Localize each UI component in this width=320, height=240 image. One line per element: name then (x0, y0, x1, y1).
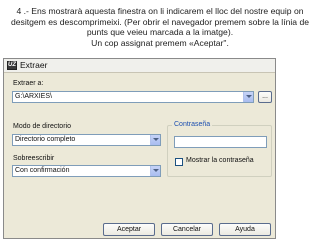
chevron-down-icon[interactable] (150, 166, 160, 176)
directory-mode-value: Directorio completo (15, 136, 76, 143)
caption-line-1: 4 .- Ens mostrarà aquesta finestra on li… (16, 6, 304, 16)
accept-button[interactable]: Aceptar (103, 223, 155, 236)
extract-path-value: G:\ARXIES\ (15, 93, 52, 100)
help-button[interactable]: Ayuda (219, 223, 271, 236)
directory-mode-select[interactable]: Directorio completo (12, 134, 161, 146)
caption-line-2: desitgem es descomprimeixi. (Per obrir e… (10, 16, 310, 27)
caption-line-3: punts que veieu marcada a la imatge). (86, 27, 234, 38)
overwrite-select[interactable]: Con confirmación (12, 165, 161, 177)
password-input[interactable] (174, 136, 267, 148)
instruction-caption: 4 .- Ens mostrarà aquesta finestra on li… (0, 6, 320, 48)
chevron-down-icon[interactable] (150, 135, 160, 145)
overwrite-label: Sobreescribir (13, 155, 55, 162)
password-group-title: Contraseña (172, 121, 213, 128)
browse-button[interactable]: ... (258, 91, 272, 103)
cancel-button[interactable]: Cancelar (161, 223, 213, 236)
app-icon: ÚZ (7, 61, 17, 70)
title-bar[interactable]: ÚZ Extraer (4, 59, 275, 73)
overwrite-value: Con confirmación (15, 167, 70, 174)
caption-line-4: Un cop assignat premem «Aceptar". (91, 37, 229, 48)
extract-path-input[interactable]: G:\ARXIES\ (12, 91, 254, 103)
directory-mode-label: Modo de directorio (13, 123, 71, 130)
show-password-checkbox[interactable] (175, 158, 183, 166)
password-group: Contraseña Mostrar la contraseña (167, 121, 272, 177)
show-password-label: Mostrar la contraseña (186, 157, 254, 164)
chevron-down-icon[interactable] (243, 92, 253, 102)
window-title: Extraer (20, 60, 48, 70)
extract-to-label: Extraer a: (13, 80, 44, 87)
extract-dialog: ÚZ Extraer Extraer a: G:\ARXIES\ ... Mod… (3, 58, 276, 239)
